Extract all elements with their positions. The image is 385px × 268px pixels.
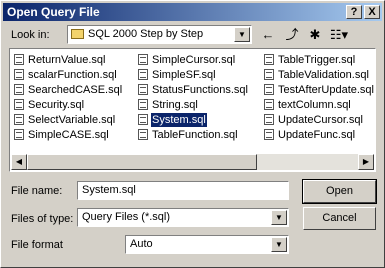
- chevron-down-icon[interactable]: ▼: [271, 237, 287, 252]
- sql-file-icon: [138, 129, 148, 140]
- sql-file-icon: [138, 114, 148, 125]
- sql-file-icon: [14, 129, 24, 140]
- scroll-left-icon[interactable]: ◀: [11, 154, 27, 170]
- open-query-file-dialog: Open Query File ? X Look in: SQL 2000 St…: [0, 0, 385, 268]
- new-folder-icon[interactable]: ✱: [304, 26, 326, 44]
- sql-file-icon: [264, 114, 274, 125]
- files-of-type-dropdown[interactable]: Query Files (*.sql) ▼: [77, 208, 289, 227]
- folder-icon: [71, 29, 84, 39]
- sql-file-icon: [14, 69, 24, 80]
- scroll-right-icon[interactable]: ▶: [358, 154, 374, 170]
- open-button[interactable]: Open: [302, 179, 377, 204]
- look-in-dropdown[interactable]: SQL 2000 Step by Step ▼: [67, 25, 252, 44]
- scrollbar-thumb[interactable]: [27, 154, 257, 170]
- dialog-title: Open Query File: [7, 5, 100, 19]
- up-folder-icon[interactable]: ⤴: [281, 26, 303, 44]
- sql-file-icon: [264, 54, 274, 65]
- help-button[interactable]: ?: [346, 5, 362, 19]
- sql-file-icon: [14, 99, 24, 110]
- sql-file-icon: [138, 84, 148, 95]
- horizontal-scrollbar[interactable]: ◀ ▶: [11, 154, 374, 170]
- look-in-value: SQL 2000 Step by Step: [88, 28, 204, 40]
- cancel-button[interactable]: Cancel: [303, 207, 376, 230]
- sql-file-icon: [138, 69, 148, 80]
- file-format-dropdown[interactable]: Auto ▼: [125, 235, 289, 254]
- file-list[interactable]: ReturnValue.sql scalarFunction.sql Searc…: [9, 48, 376, 172]
- views-menu-icon[interactable]: ☷▾: [325, 26, 353, 44]
- sql-file-icon: [264, 99, 274, 110]
- chevron-down-icon[interactable]: ▼: [234, 27, 250, 42]
- sql-file-icon: [138, 54, 148, 65]
- sql-file-icon: [14, 84, 24, 95]
- files-of-type-label: Files of type:: [11, 213, 74, 225]
- file-name-label: File name:: [11, 185, 63, 197]
- sql-file-icon: [14, 54, 24, 65]
- sql-file-icon: [264, 129, 274, 140]
- title-bar[interactable]: Open Query File ? X: [3, 3, 382, 21]
- sql-file-icon: [264, 84, 274, 95]
- sql-file-icon: [264, 69, 274, 80]
- sql-file-icon: [138, 99, 148, 110]
- file-format-label: File format: [11, 239, 63, 251]
- back-icon[interactable]: ←: [257, 26, 279, 44]
- chevron-down-icon[interactable]: ▼: [271, 210, 287, 225]
- file-name-input[interactable]: System.sql: [77, 181, 289, 200]
- close-button[interactable]: X: [364, 5, 380, 19]
- sql-file-icon: [14, 114, 24, 125]
- look-in-label: Look in:: [11, 29, 50, 41]
